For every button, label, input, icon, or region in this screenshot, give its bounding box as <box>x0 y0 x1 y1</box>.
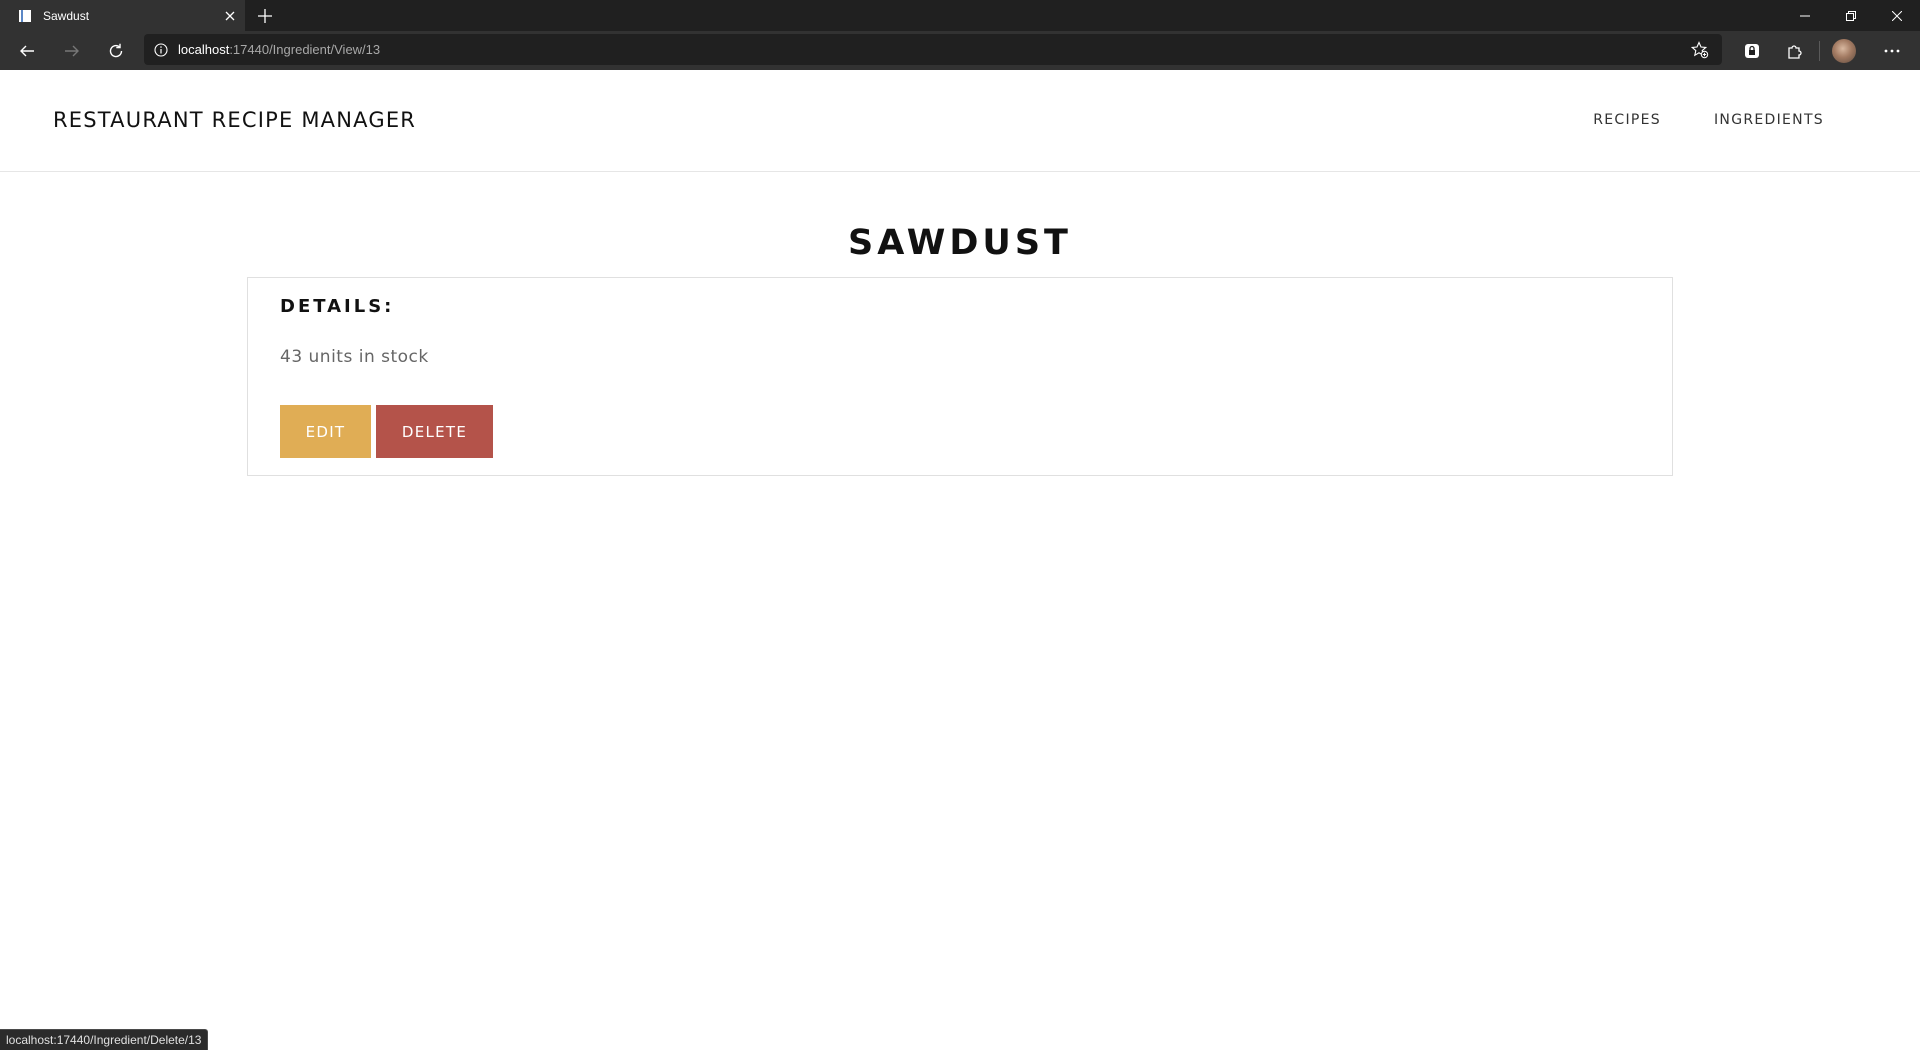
star-add-icon[interactable] <box>1686 34 1714 65</box>
nav-recipes[interactable]: RECIPES <box>1593 112 1661 128</box>
page-title: SAWDUST <box>848 223 1072 263</box>
site-header: RESTAURANT RECIPE MANAGER RECIPES INGRED… <box>0 70 1920 172</box>
close-tab-icon[interactable] <box>215 0 245 31</box>
refresh-icon[interactable] <box>100 35 132 67</box>
address-path: :17440/Ingredient/View/13 <box>229 42 381 57</box>
more-icon[interactable] <box>1876 35 1908 67</box>
delete-button[interactable]: DELETE <box>376 405 493 458</box>
status-bar-url: localhost:17440/Ingredient/Delete/13 <box>0 1029 209 1050</box>
address-url[interactable]: localhost:17440/Ingredient/View/13 <box>178 42 380 57</box>
browser-tabbar: Sawdust <box>0 0 1920 31</box>
details-heading: DETAILS: <box>280 296 395 317</box>
restore-icon[interactable] <box>1828 0 1874 31</box>
info-icon[interactable] <box>144 34 178 65</box>
site-brand[interactable]: RESTAURANT RECIPE MANAGER <box>53 108 416 132</box>
browser-tab[interactable]: Sawdust <box>0 0 245 31</box>
address-host: localhost <box>178 42 230 57</box>
stock-count: 43 units in stock <box>280 347 429 367</box>
page: RESTAURANT RECIPE MANAGER RECIPES INGRED… <box>0 70 1920 1050</box>
arrow-right-icon[interactable] <box>56 35 88 67</box>
site-nav: RECIPES INGREDIENTS <box>1593 112 1824 128</box>
edit-button[interactable]: EDIT <box>280 405 371 458</box>
puzzle-icon[interactable] <box>1779 35 1811 67</box>
toolbar-divider <box>1819 41 1820 61</box>
details-card: DETAILS: 43 units in stock EDIT DELETE <box>247 277 1673 476</box>
address-bar[interactable]: localhost:17440/Ingredient/View/13 <box>144 34 1722 65</box>
lock-icon[interactable] <box>1736 35 1768 67</box>
new-tab-button[interactable] <box>250 0 280 31</box>
tab-title: Sawdust <box>43 8 90 23</box>
arrow-left-icon[interactable] <box>11 35 43 67</box>
window-controls <box>1782 0 1920 31</box>
minimize-icon[interactable] <box>1782 0 1828 31</box>
close-window-icon[interactable] <box>1874 0 1920 31</box>
browser-toolbar: localhost:17440/Ingredient/View/13 <box>0 31 1920 70</box>
avatar[interactable] <box>1832 39 1856 63</box>
page-icon <box>17 8 33 24</box>
nav-ingredients[interactable]: INGREDIENTS <box>1714 112 1824 128</box>
